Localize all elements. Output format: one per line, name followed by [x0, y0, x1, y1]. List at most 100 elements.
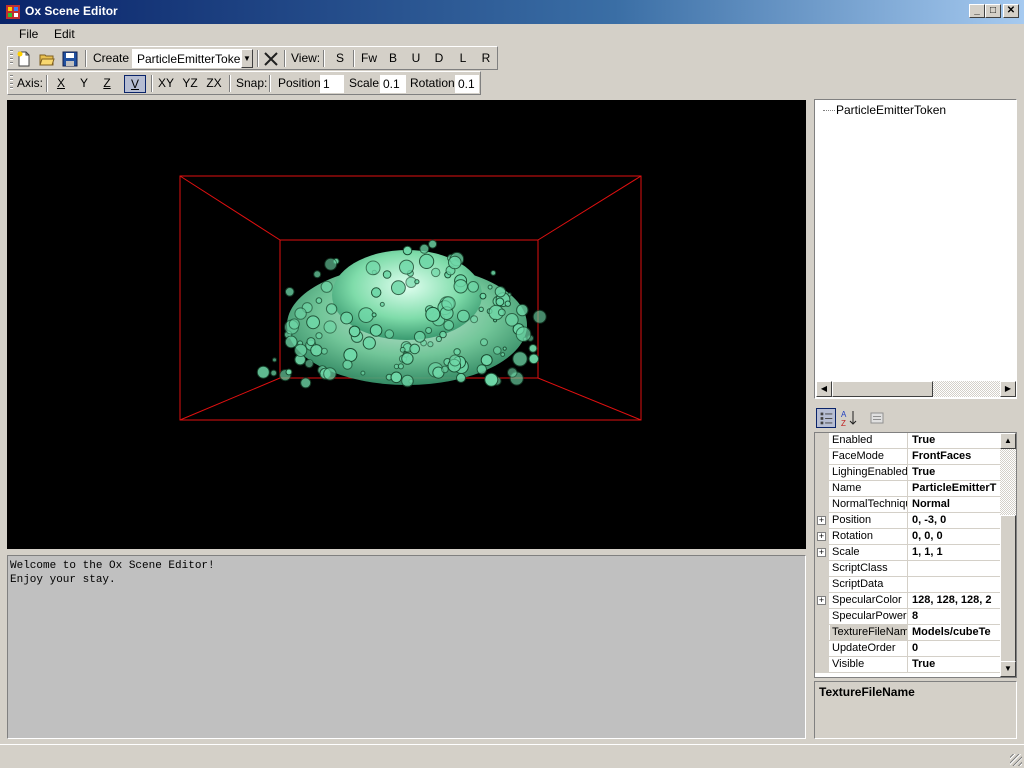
- property-name: NormalTechniqu: [830, 497, 908, 513]
- property-gutter: [815, 481, 829, 497]
- axis-x-button[interactable]: X: [54, 75, 68, 93]
- particle: [310, 344, 323, 357]
- scene-tree[interactable]: ParticleEmitterToken ◀ ▶: [814, 99, 1017, 399]
- view-l-button[interactable]: L: [456, 50, 470, 68]
- menu-file[interactable]: File: [19, 27, 38, 41]
- property-row[interactable]: UpdateOrder 0: [815, 641, 1002, 657]
- expand-icon[interactable]: +: [817, 516, 826, 525]
- position-snap-input[interactable]: 1: [320, 75, 344, 93]
- create-type-select[interactable]: ParticleEmitterToken: [132, 49, 248, 68]
- particle: [325, 303, 338, 315]
- scroll-left-icon[interactable]: ◀: [816, 381, 832, 397]
- toolbar-grip[interactable]: [10, 50, 13, 66]
- property-value[interactable]: [909, 577, 1002, 593]
- view-d-button[interactable]: D: [432, 50, 446, 68]
- property-value[interactable]: 1, 1, 1: [909, 545, 1002, 561]
- save-icon[interactable]: [62, 51, 78, 67]
- property-row[interactable]: + Rotation 0, 0, 0: [815, 529, 1002, 545]
- property-row[interactable]: FaceMode FrontFaces: [815, 449, 1002, 465]
- particle: [256, 365, 270, 379]
- property-value[interactable]: True: [909, 465, 1002, 481]
- property-value[interactable]: 0, 0, 0: [909, 529, 1002, 545]
- property-value[interactable]: 128, 128, 128, 2: [909, 593, 1002, 609]
- chevron-down-icon[interactable]: ▼: [241, 49, 253, 68]
- axis-xy-button[interactable]: XY: [156, 75, 176, 93]
- property-value[interactable]: 8: [909, 609, 1002, 625]
- property-row[interactable]: TextureFileNam Models/cubeTe: [815, 625, 1002, 641]
- particle: [507, 367, 518, 378]
- property-row[interactable]: Name ParticleEmitterT: [815, 481, 1002, 497]
- property-pages-icon[interactable]: [867, 408, 887, 428]
- maximize-button[interactable]: □: [985, 4, 1001, 18]
- property-value[interactable]: 0, -3, 0: [909, 513, 1002, 529]
- property-value[interactable]: [909, 561, 1002, 577]
- property-value[interactable]: Models/cubeTe: [909, 625, 1002, 641]
- property-row[interactable]: SpecularPower 8: [815, 609, 1002, 625]
- property-vertical-scrollbar[interactable]: ▲ ▼: [1000, 433, 1016, 677]
- main-toolbar: Create ParticleEmitterToken ▼ View: S Fw…: [7, 46, 498, 70]
- property-value[interactable]: True: [909, 657, 1002, 673]
- property-row[interactable]: Enabled True: [815, 433, 1002, 449]
- scroll-thumb[interactable]: [1000, 515, 1016, 663]
- close-button[interactable]: ✕: [1003, 4, 1019, 18]
- view-r-button[interactable]: R: [479, 50, 493, 68]
- particle: [323, 367, 337, 381]
- axis-z-button[interactable]: Z: [100, 75, 114, 93]
- scroll-thumb[interactable]: [832, 381, 933, 397]
- property-value[interactable]: FrontFaces: [909, 449, 1002, 465]
- tree-item-particle-emitter[interactable]: ParticleEmitterToken: [836, 103, 946, 117]
- expand-icon[interactable]: +: [817, 596, 826, 605]
- minimize-button[interactable]: _: [969, 4, 985, 18]
- axis-v-button[interactable]: V: [124, 75, 146, 93]
- property-row[interactable]: + Position 0, -3, 0: [815, 513, 1002, 529]
- property-row[interactable]: NormalTechniqu Normal: [815, 497, 1002, 513]
- property-value[interactable]: Normal: [909, 497, 1002, 513]
- expand-icon[interactable]: +: [817, 532, 826, 541]
- output-console[interactable]: Welcome to the Ox Scene Editor! Enjoy yo…: [7, 555, 806, 739]
- open-folder-icon[interactable]: [39, 51, 55, 67]
- view-fw-button[interactable]: Fw: [359, 50, 379, 68]
- axis-zx-button[interactable]: ZX: [204, 75, 224, 93]
- menu-edit[interactable]: Edit: [54, 27, 75, 41]
- transform-toolbar: Axis: X Y Z V XY YZ ZX Snap: Position 1 …: [7, 71, 481, 95]
- property-row[interactable]: + Scale 1, 1, 1: [815, 545, 1002, 561]
- expand-icon[interactable]: +: [817, 548, 826, 557]
- new-file-icon[interactable]: [16, 51, 32, 67]
- scroll-down-icon[interactable]: ▼: [1000, 661, 1016, 677]
- particle: [304, 359, 314, 369]
- scroll-up-icon[interactable]: ▲: [1000, 433, 1016, 449]
- scroll-right-icon[interactable]: ▶: [1000, 381, 1016, 397]
- property-grid[interactable]: Enabled True FaceMode FrontFaces LighingEnab…: [814, 432, 1017, 678]
- particle: [306, 315, 321, 330]
- delete-icon[interactable]: [263, 51, 279, 67]
- particle: [284, 335, 298, 349]
- toolbar-grip[interactable]: [10, 75, 13, 91]
- property-row[interactable]: ScriptClass: [815, 561, 1002, 577]
- property-gutter: [815, 577, 829, 593]
- property-row[interactable]: + SpecularColor 128, 128, 128, 2: [815, 593, 1002, 609]
- property-value[interactable]: 0: [909, 641, 1002, 657]
- alphabetical-sort-icon[interactable]: A Z: [839, 408, 859, 428]
- title-bar[interactable]: Ox Scene Editor _ □ ✕: [0, 0, 1024, 24]
- axis-y-button[interactable]: Y: [77, 75, 91, 93]
- particle: [379, 301, 385, 307]
- resize-grip-icon[interactable]: [1010, 754, 1022, 766]
- particle: [480, 338, 488, 347]
- property-row[interactable]: ScriptData: [815, 577, 1002, 593]
- particle: [348, 325, 361, 338]
- view-b-button[interactable]: B: [386, 50, 400, 68]
- rotation-snap-input[interactable]: 0.1: [455, 75, 479, 93]
- toolbar-separator: [151, 75, 153, 92]
- property-row[interactable]: Visible True: [815, 657, 1002, 673]
- scale-snap-input[interactable]: 0.1: [380, 75, 406, 93]
- particle: [443, 319, 455, 331]
- view-u-button[interactable]: U: [409, 50, 423, 68]
- view-s-button[interactable]: S: [333, 50, 347, 68]
- property-row[interactable]: LighingEnabled True: [815, 465, 1002, 481]
- tree-horizontal-scrollbar[interactable]: ◀ ▶: [816, 381, 1016, 397]
- property-value[interactable]: ParticleEmitterT: [909, 481, 1002, 497]
- categorized-icon[interactable]: [816, 408, 836, 428]
- axis-yz-button[interactable]: YZ: [180, 75, 200, 93]
- property-value[interactable]: True: [909, 433, 1002, 449]
- scene-viewport[interactable]: [7, 100, 806, 549]
